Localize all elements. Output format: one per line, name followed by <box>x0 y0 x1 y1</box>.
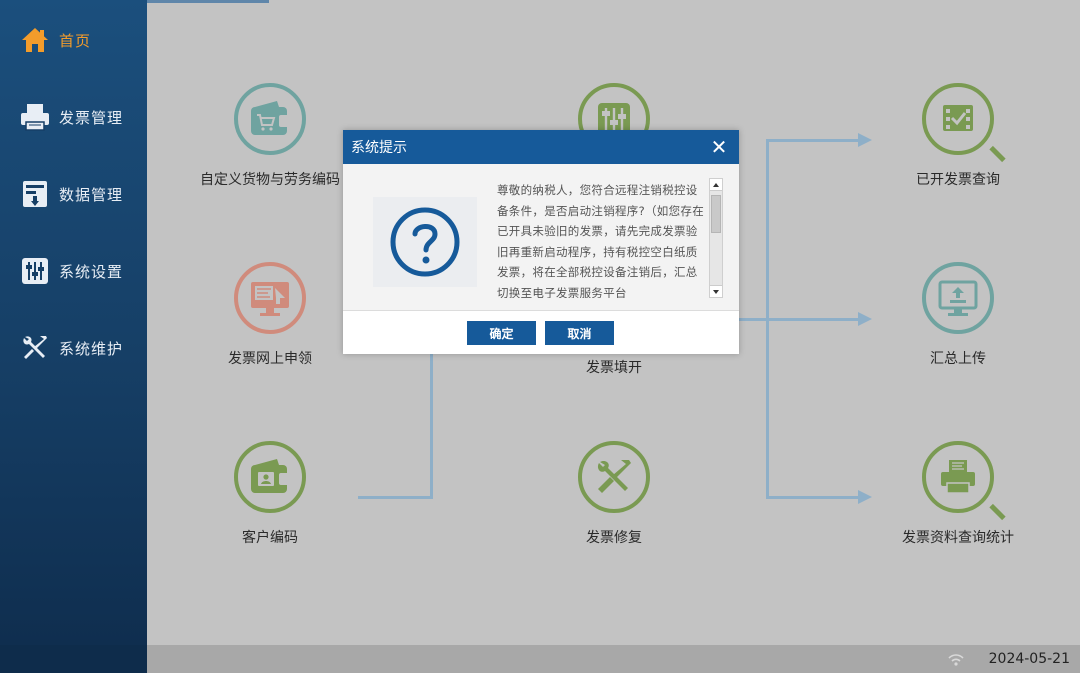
confirm-button[interactable]: 确定 <box>467 321 536 345</box>
wifi-icon <box>948 652 964 666</box>
wallet-cart-icon <box>234 83 306 155</box>
func-label: 客户编码 <box>242 530 298 546</box>
sidebar-item-system-maintenance[interactable]: 系统维护 <box>0 320 147 376</box>
flow-line <box>766 139 858 142</box>
question-icon <box>373 197 477 287</box>
cancel-button[interactable]: 取消 <box>545 321 614 345</box>
sidebar-item-invoice-management[interactable]: 发票管理 <box>0 89 147 145</box>
sidebar-item-label: 发票管理 <box>59 108 124 127</box>
database-icon <box>18 177 52 211</box>
dialog-header: 系统提示 ✕ <box>343 130 739 164</box>
sidebar: 首页 发票管理 数据管理 系统设置 系统维护 <box>0 0 147 645</box>
func-summary-upload[interactable]: 汇总上传 <box>868 262 1048 368</box>
sidebar-footer <box>0 645 147 673</box>
status-bar: 2024-05-21 <box>147 645 1080 673</box>
sidebar-item-label: 系统维护 <box>59 339 124 358</box>
dialog-scrollbar[interactable] <box>709 178 723 298</box>
flow-line <box>739 318 859 321</box>
scroll-down-button[interactable] <box>710 285 722 297</box>
sidebar-item-label: 首页 <box>59 31 92 50</box>
func-issued-query[interactable]: 已开发票查询 <box>868 83 1048 189</box>
func-label: 汇总上传 <box>930 351 986 367</box>
func-label: 自定义货物与劳务编码 <box>200 172 340 188</box>
sidebar-item-label: 数据管理 <box>59 185 124 204</box>
func-invoice-repair[interactable]: 发票修复 <box>524 441 704 547</box>
func-label: 已开发票查询 <box>916 172 1000 188</box>
flow-line <box>430 352 433 499</box>
sidebar-item-system-settings[interactable]: 系统设置 <box>0 243 147 299</box>
func-label: 发票填开 <box>586 360 642 376</box>
func-custom-goods[interactable]: 自定义货物与劳务编码 <box>180 83 360 189</box>
sidebar-item-home[interactable]: 首页 <box>0 12 147 68</box>
sidebar-item-label: 系统设置 <box>59 262 124 281</box>
monitor-upload-icon <box>922 262 994 334</box>
func-label: 发票网上申领 <box>228 351 312 367</box>
func-label: 发票资料查询统计 <box>902 530 1014 546</box>
func-label: 发票修复 <box>586 530 642 546</box>
flow-line <box>358 496 432 499</box>
scroll-up-button[interactable] <box>710 179 722 191</box>
home-icon <box>18 23 52 57</box>
tools-icon <box>578 441 650 513</box>
monitor-invoice-icon <box>234 262 306 334</box>
tools-icon <box>18 331 52 365</box>
dialog-message: 尊敬的纳税人，您符合远程注销税控设备条件，是否启动注销程序?（如您存在已开具未验… <box>497 183 705 298</box>
dialog-footer: 确定 取消 <box>343 310 739 354</box>
dialog-body: 尊敬的纳税人，您符合远程注销税控设备条件，是否启动注销程序?（如您存在已开具未验… <box>343 164 739 310</box>
flow-line <box>766 139 769 499</box>
flow-line <box>766 496 858 499</box>
func-customer-code[interactable]: 客户编码 <box>180 441 360 547</box>
printer-icon <box>18 100 52 134</box>
sidebar-item-data-management[interactable]: 数据管理 <box>0 166 147 222</box>
status-date: 2024-05-21 <box>988 651 1070 667</box>
close-icon[interactable]: ✕ <box>709 137 729 157</box>
search-check-icon <box>922 83 1006 163</box>
system-prompt-dialog: 系统提示 ✕ 尊敬的纳税人，您符合远程注销税控设备条件，是否启动注销程序?（如您… <box>343 130 739 354</box>
search-printer-icon <box>922 441 1006 521</box>
wallet-card-icon <box>234 441 306 513</box>
func-data-stats[interactable]: 发票资料查询统计 <box>868 441 1048 547</box>
func-invoice-apply[interactable]: 发票网上申领 <box>180 262 360 368</box>
dialog-title: 系统提示 <box>351 140 407 156</box>
top-strip <box>147 0 269 3</box>
sliders-icon <box>18 254 52 288</box>
scroll-thumb[interactable] <box>711 195 721 233</box>
